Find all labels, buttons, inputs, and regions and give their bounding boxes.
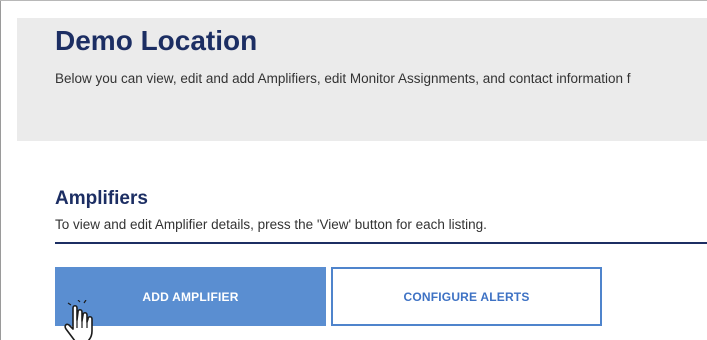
amplifiers-heading: Amplifiers bbox=[55, 188, 148, 209]
hand-pointer-icon bbox=[64, 300, 93, 340]
window-border-left bbox=[0, 0, 1, 340]
page-title: Demo Location bbox=[55, 25, 258, 56]
section-divider bbox=[55, 242, 707, 244]
amplifiers-instructions: To view and edit Amplifier details, pres… bbox=[55, 217, 487, 232]
page-description: Below you can view, edit and add Amplifi… bbox=[55, 71, 631, 86]
configure-alerts-button[interactable]: CONFIGURE ALERTS bbox=[331, 267, 602, 326]
page-viewport: Demo Location Below you can view, edit a… bbox=[0, 0, 707, 340]
window-border-top bbox=[0, 0, 707, 1]
location-banner: Demo Location Below you can view, edit a… bbox=[17, 18, 707, 141]
